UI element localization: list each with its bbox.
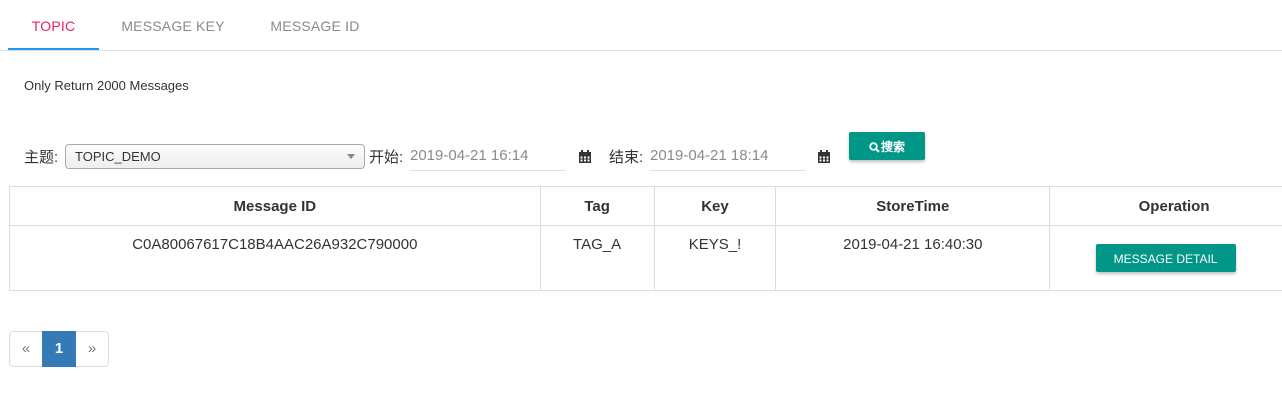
topic-select-value: TOPIC_DEMO <box>75 149 161 164</box>
active-tab-indicator <box>8 48 99 50</box>
tab-message-id[interactable]: MESSAGE ID <box>246 0 384 50</box>
cell-key: KEYS_! <box>653 225 777 291</box>
topic-label: 主题: <box>24 149 59 166</box>
begin-time-input[interactable] <box>410 141 566 171</box>
pagination-prev[interactable]: « <box>9 331 43 367</box>
chevron-down-icon <box>347 154 355 159</box>
search-icon <box>869 142 880 153</box>
header-key: Key <box>653 186 777 226</box>
calendar-icon[interactable] <box>579 150 591 163</box>
search-button-label: 搜索 <box>880 140 905 154</box>
search-button[interactable]: 搜索 <box>849 132 925 160</box>
message-detail-button[interactable]: MESSAGE DETAIL <box>1095 244 1236 272</box>
pagination-next[interactable]: » <box>75 331 109 367</box>
header-message-id: Message ID <box>9 186 541 226</box>
cell-message-id: C0A80067617C18B4AAC26A932C790000 <box>9 225 541 291</box>
cell-tag: TAG_A <box>539 225 655 291</box>
table-header-row: Message ID Tag Key StoreTime Operation <box>9 186 1282 226</box>
tab-message-key[interactable]: MESSAGE KEY <box>100 0 246 50</box>
topic-select[interactable]: TOPIC_DEMO <box>65 144 365 169</box>
tab-topic[interactable]: TOPIC <box>8 0 99 50</box>
result-limit-notice: Only Return 2000 Messages <box>24 78 189 93</box>
calendar-icon[interactable] <box>818 150 830 163</box>
message-table: Message ID Tag Key StoreTime Operation C… <box>9 186 1282 291</box>
end-time-label: 结束: <box>609 149 644 166</box>
begin-time-label: 开始: <box>369 149 404 166</box>
header-operation: Operation <box>1049 186 1282 226</box>
pagination-page-current[interactable]: 1 <box>42 331 76 367</box>
header-store-time: StoreTime <box>775 186 1051 226</box>
tab-bar: TOPIC MESSAGE KEY MESSAGE ID <box>0 0 1282 51</box>
cell-operation: MESSAGE DETAIL <box>1049 225 1282 291</box>
end-time-input[interactable] <box>650 141 806 171</box>
cell-store-time: 2019-04-21 16:40:30 <box>775 225 1051 291</box>
pagination: « 1 » <box>9 331 109 367</box>
table-row: C0A80067617C18B4AAC26A932C790000 TAG_A K… <box>9 225 1282 291</box>
header-tag: Tag <box>539 186 655 226</box>
